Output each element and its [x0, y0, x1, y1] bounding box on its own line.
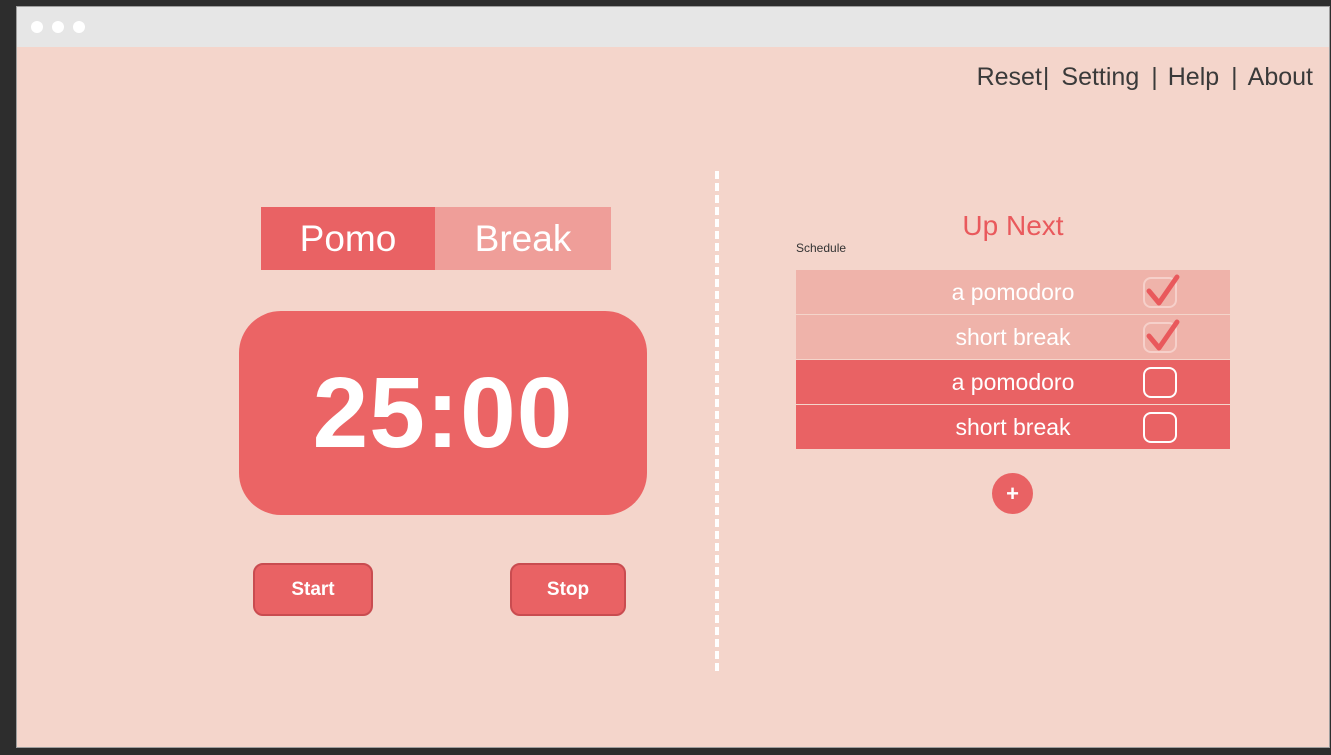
schedule-item-checkbox[interactable]	[1143, 319, 1180, 353]
schedule-item-label: short break	[955, 413, 1071, 440]
nav-help[interactable]: Help	[1168, 63, 1219, 92]
nav-separator: |	[1151, 63, 1158, 91]
start-button[interactable]: Start	[253, 563, 373, 616]
schedule-item: a pomodoro	[796, 270, 1230, 314]
title-bar	[17, 7, 1329, 47]
dashed-divider	[715, 171, 723, 671]
tab-break[interactable]: Break	[435, 207, 611, 270]
plus-icon: +	[1006, 480, 1019, 506]
checkmark-icon	[1146, 319, 1180, 351]
nav-setting[interactable]: Setting	[1061, 63, 1139, 92]
up-next-title: Up Next	[962, 210, 1064, 241]
top-nav: Reset | Setting | Help | About	[977, 63, 1313, 92]
schedule-item: a pomodoro	[796, 360, 1230, 404]
window-dot-icon[interactable]	[73, 21, 85, 33]
checkmark-icon	[1146, 274, 1180, 306]
schedule-item: short break	[796, 315, 1230, 359]
schedule-item-label: short break	[955, 323, 1071, 350]
window-dot-icon[interactable]	[52, 21, 64, 33]
schedule-item-label: a pomodoro	[951, 278, 1075, 305]
stop-button[interactable]: Stop	[510, 563, 626, 616]
app-window: Reset | Setting | Help | About Pomo Brea…	[16, 6, 1330, 748]
mode-tabs: Pomo Break	[261, 207, 611, 270]
schedule-item-label: a pomodoro	[951, 368, 1075, 395]
window-dot-icon[interactable]	[31, 21, 43, 33]
nav-separator: |	[1231, 63, 1238, 91]
schedule-item-checkbox[interactable]	[1143, 274, 1180, 308]
nav-separator: |	[1042, 63, 1050, 91]
add-item-button[interactable]: +	[992, 473, 1033, 514]
timer-display: 25:00	[239, 311, 647, 515]
schedule-item-checkbox[interactable]	[1143, 367, 1177, 398]
tab-pomo[interactable]: Pomo	[261, 207, 435, 270]
schedule-item: short break	[796, 405, 1230, 449]
nav-about[interactable]: About	[1248, 63, 1313, 92]
schedule-label: Schedule	[796, 241, 847, 255]
nav-reset[interactable]: Reset	[977, 63, 1042, 92]
schedule-item-checkbox[interactable]	[1143, 412, 1177, 443]
schedule-list: a pomodoro short break a pomodoro short …	[796, 270, 1230, 452]
